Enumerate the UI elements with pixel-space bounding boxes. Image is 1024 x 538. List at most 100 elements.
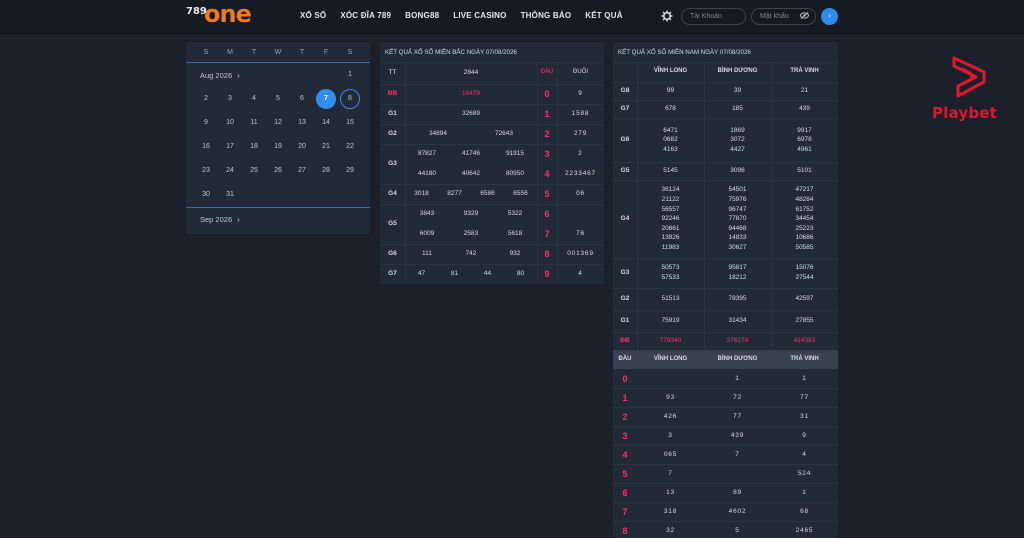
calendar-day[interactable]: 14 — [316, 113, 336, 133]
calendar-month-sep[interactable]: Sep 2026 › — [200, 215, 240, 224]
north-prize-number: 3018 — [414, 190, 429, 197]
eye-icon[interactable] — [800, 12, 809, 21]
calendar-day[interactable]: 20 — [292, 137, 312, 157]
south-prize-number: 439 — [799, 105, 810, 113]
month-label: Aug 2026 — [200, 71, 233, 80]
south-prize-number: 96747 — [728, 205, 747, 213]
nav-xo-so[interactable]: XỔ SỐ — [300, 11, 326, 20]
calendar-day[interactable]: 26 — [268, 161, 288, 181]
divider — [613, 288, 838, 289]
settings-gear-icon[interactable] — [661, 10, 673, 22]
south-prize-number: 34454 — [795, 215, 814, 223]
calendar-day[interactable]: 8 — [340, 89, 360, 109]
nav-bong88[interactable]: BONG88 — [405, 11, 439, 20]
weekday-label: M — [227, 49, 233, 56]
calendar-day[interactable]: 6 — [292, 89, 312, 109]
nav-ket-qua[interactable]: KẾT QUẢ — [585, 11, 622, 20]
south-title: KẾT QUẢ XỔ SỐ MIỀN NAM NGÀY 07/08/2026 — [618, 49, 751, 56]
south-prize-number: 36124 — [661, 186, 680, 194]
south-dau-value: 7 — [668, 470, 673, 477]
password-input[interactable]: Mật khẩu — [751, 8, 816, 25]
south-prize-label: G4 — [620, 215, 630, 222]
south-prize-number: 77870 — [728, 215, 747, 223]
username-input[interactable]: Tài Khoản — [681, 8, 746, 25]
calendar-day[interactable]: 4 — [244, 89, 264, 109]
south-prize-number: 94468 — [728, 224, 747, 232]
south-prize-number: 25223 — [795, 224, 814, 232]
nav-thong-bao[interactable]: THÔNG BÁO — [521, 11, 572, 20]
north-prize-number: 44180 — [417, 170, 437, 177]
divider — [613, 445, 838, 446]
south-dau-head: ĐẦU — [618, 356, 632, 362]
weekday-label: S — [203, 49, 209, 56]
calendar-day[interactable]: 29 — [340, 161, 360, 181]
calendar-day[interactable]: 23 — [196, 161, 216, 181]
results-south-panel: KẾT QUẢ XỔ SỐ MIỀN NAM NGÀY 07/08/2026 V… — [613, 42, 838, 538]
calendar-day[interactable]: 12 — [268, 113, 288, 133]
south-prize-label: ĐB — [620, 337, 630, 344]
calendar-day[interactable]: 27 — [292, 161, 312, 181]
calendar-day[interactable]: 15 — [340, 113, 360, 133]
south-dau-value: 72 — [733, 394, 742, 401]
south-prize-number: 50585 — [795, 244, 814, 251]
site-logo[interactable]: 789 one — [186, 0, 256, 30]
south-dau-value: 426 — [663, 413, 678, 420]
calendar-day[interactable]: 24 — [220, 161, 240, 181]
divider — [380, 244, 604, 245]
divider — [613, 310, 838, 311]
login-submit-button[interactable]: › — [821, 8, 838, 25]
calendar-day[interactable]: 10 — [220, 113, 240, 133]
south-prize-number: 414383 — [793, 337, 816, 345]
calendar-day[interactable]: 25 — [244, 161, 264, 181]
calendar-day[interactable]: 19 — [268, 137, 288, 157]
top-navigation-bar: 789 one XỔ SỐ XÓC ĐĨA 789 BONG88 LIVE CA… — [0, 0, 1024, 34]
south-prize-number: 61752 — [795, 205, 814, 213]
nav-xoc-dia[interactable]: XÓC ĐĨA 789 — [340, 11, 391, 20]
calendar-day[interactable]: 2 — [196, 89, 216, 109]
calendar-day[interactable]: 1 — [340, 65, 360, 85]
north-duoi-value: 76 — [576, 230, 585, 237]
north-col-tt: TT — [388, 69, 397, 76]
calendar-day[interactable]: 13 — [292, 113, 312, 133]
north-duoi-value: 4 — [578, 270, 583, 277]
south-prize-number: 75919 — [661, 317, 680, 325]
calendar-day[interactable]: 31 — [220, 185, 240, 205]
south-prize-label: G3 — [620, 269, 630, 276]
north-prize-label: G4 — [388, 190, 397, 197]
calendar-divider — [186, 62, 370, 63]
calendar-day[interactable]: 30 — [196, 185, 216, 205]
logo-word: one — [204, 0, 252, 28]
south-dau-digit: 7 — [622, 507, 628, 517]
north-prize-number: 87827 — [417, 150, 437, 157]
south-province-header: VĨNH LONG — [653, 68, 688, 74]
calendar-day[interactable]: 5 — [268, 89, 288, 109]
north-dau-digit: 7 — [544, 229, 550, 239]
calendar-day[interactable]: 22 — [340, 137, 360, 157]
playbet-ad[interactable]: Playbet — [930, 52, 1010, 122]
south-prize-number: 5101 — [797, 167, 812, 175]
calendar-day[interactable]: 11 — [244, 113, 264, 133]
calendar-day[interactable]: 18 — [244, 137, 264, 157]
calendar-month-aug[interactable]: Aug 2026 › — [200, 71, 240, 80]
nav-live-casino[interactable]: LIVE CASINO — [453, 11, 506, 20]
north-duoi-value: 001369 — [567, 250, 594, 257]
south-prize-number: 50573 — [661, 264, 680, 272]
calendar-day[interactable]: 16 — [196, 137, 216, 157]
south-prize-label: G6 — [620, 136, 630, 143]
calendar-day[interactable]: 21 — [316, 137, 336, 157]
divider — [380, 264, 604, 265]
calendar-day[interactable]: 3 — [220, 89, 240, 109]
south-prize-number: 13926 — [661, 234, 680, 242]
calendar-divider — [186, 207, 370, 208]
chevron-right-icon[interactable]: › — [237, 215, 240, 224]
calendar-day[interactable]: 7 — [316, 89, 336, 109]
north-col-dau: ĐẦU — [540, 69, 554, 75]
calendar-day[interactable]: 28 — [316, 161, 336, 181]
south-prize-number: 56557 — [661, 205, 680, 213]
north-prize-label: G5 — [388, 220, 397, 227]
calendar-day[interactable]: 17 — [220, 137, 240, 157]
calendar-day[interactable]: 9 — [196, 113, 216, 133]
north-prize-number: 34894 — [428, 130, 448, 137]
chevron-right-icon[interactable]: › — [237, 71, 240, 80]
south-dau-value: 77 — [733, 413, 742, 420]
